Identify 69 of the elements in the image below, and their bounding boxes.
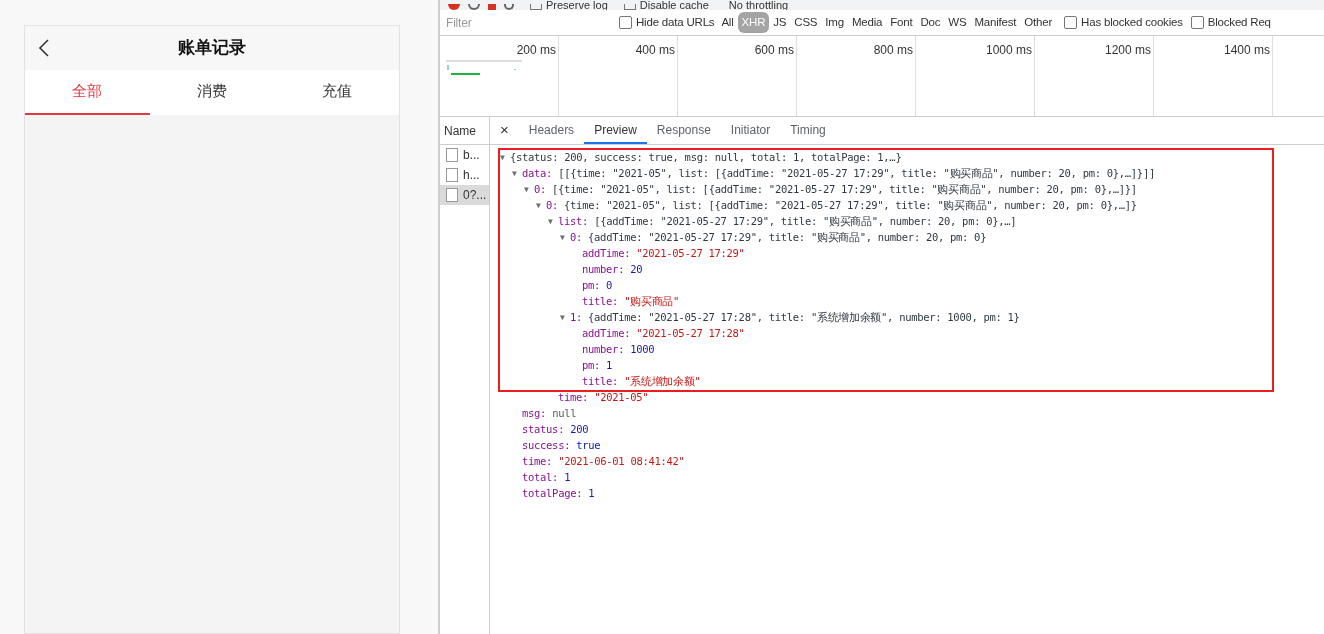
json-entry: 0: {addTime: "2021-05-27 17:29", title: "购买商品", number: 20, pm: 0} (570, 230, 987, 246)
json-entry: list: [{addTime: "2021-05-27 17:29", title: "购买商品", number: 20, pm: 0},…] (558, 214, 1017, 230)
json-entry: 0: [{time: "2021-05", list: [{addTime: "2021-05-27 17:29", title: "购买商品", number: 20, pm: 0},…]}] (534, 182, 1137, 198)
column-header: Name (444, 122, 476, 140)
timeline-tick: 800 ms (873, 42, 913, 59)
checkbox[interactable] (530, 4, 542, 10)
json-entry: 0: {time: "2021-05", list: [{addTime: "2021-05-27 17:29", title: "购买商品", number: 20, pm: 0},…]} (546, 198, 1137, 214)
expand-toggle[interactable]: ▼ (536, 200, 546, 212)
json-entry: pm: 0 (582, 278, 613, 294)
checkbox-label: Hide data URLs (636, 14, 715, 30)
timeline-tick: 1200 ms (1104, 42, 1151, 59)
checkbox[interactable] (1064, 16, 1078, 29)
checkbox-label: Has blocked cookies (1081, 14, 1183, 30)
timeline-tick: 200 ms (516, 42, 556, 59)
json-entry: msg: null (522, 406, 577, 422)
timeline-tick: 1400 ms (1223, 42, 1270, 59)
expand-toggle[interactable]: ▼ (560, 312, 570, 324)
type-filter[interactable]: Doc (916, 11, 945, 34)
json-entry: time: "2021-05" (558, 390, 649, 406)
type-filter[interactable]: CSS (790, 11, 822, 34)
checkbox[interactable] (619, 16, 632, 29)
json-entry: addTime: "2021-05-27 17:28" (582, 326, 745, 342)
type-filter[interactable]: JS (769, 11, 791, 34)
expand-toggle[interactable]: ▼ (500, 152, 510, 164)
back-icon[interactable] (38, 39, 50, 57)
tab[interactable]: 全部 (25, 70, 150, 115)
json-entry: time: "2021-06-01 08:41:42" (522, 454, 685, 470)
timeline-tick: 1000 ms (985, 42, 1032, 59)
json-entry: title: "系统增加余额" (582, 374, 701, 390)
tab[interactable]: Initiator (720, 117, 781, 144)
json-entry: addTime: "2021-05-27 17:29" (582, 246, 745, 262)
json-entry: totalPage: 1 (522, 486, 595, 502)
record-icon[interactable] (448, 4, 460, 10)
type-filter[interactable]: WS (944, 11, 971, 34)
tab[interactable]: Timing (780, 117, 836, 144)
tab[interactable]: Headers (518, 117, 585, 144)
type-filter[interactable]: All (717, 11, 738, 34)
checkbox[interactable] (1190, 16, 1204, 29)
timeline-tick: 600 ms (754, 42, 794, 59)
json-entry: number: 1000 (582, 342, 655, 358)
request-row[interactable]: 0?... (440, 185, 489, 205)
type-filter[interactable]: Img (821, 11, 848, 34)
expand-toggle[interactable]: ▼ (548, 216, 558, 228)
json-entry: status: 200 (522, 422, 589, 438)
tab[interactable]: 消费 (149, 70, 275, 115)
timeline-tick: 400 ms (635, 42, 675, 59)
checkbox-label: Blocked Req (1207, 14, 1271, 30)
close-button[interactable]: × (498, 117, 511, 144)
type-filter[interactable]: Manifest (970, 11, 1021, 34)
expand-toggle[interactable]: ▼ (560, 232, 570, 244)
checkbox-label: Disable cache (639, 0, 709, 10)
json-entry: number: 20 (582, 262, 643, 278)
type-filter[interactable]: Other (1020, 11, 1057, 34)
checkbox[interactable] (623, 4, 636, 10)
json-entry: success: true (522, 438, 601, 454)
json-entry: title: "购买商品" (582, 294, 679, 310)
tab[interactable]: Preview (584, 117, 647, 144)
json-entry: {status: 200, success: true, msg: null, total: 1, totalPage: 1,…} (510, 150, 902, 166)
json-entry: total: 1 (522, 470, 571, 486)
page-title: 账单记录 (178, 37, 246, 60)
tab[interactable]: 充值 (274, 70, 399, 115)
json-entry: pm: 1 (582, 358, 613, 374)
type-filter[interactable]: Font (886, 11, 917, 34)
json-entry: 1: {addTime: "2021-05-27 17:28", title: "系统增加余额", number: 1000, pm: 1} (570, 310, 1020, 326)
expand-toggle[interactable]: ▼ (524, 184, 534, 196)
expand-toggle[interactable]: ▼ (512, 168, 522, 180)
tab[interactable]: Response (646, 117, 721, 144)
json-entry: data: [[{time: "2021-05", list: [{addTime: "2021-05-27 17:29", title: "购买商品", number: 20, pm: 0},…]}]] (522, 166, 1155, 182)
type-filter[interactable]: Media (847, 11, 887, 34)
